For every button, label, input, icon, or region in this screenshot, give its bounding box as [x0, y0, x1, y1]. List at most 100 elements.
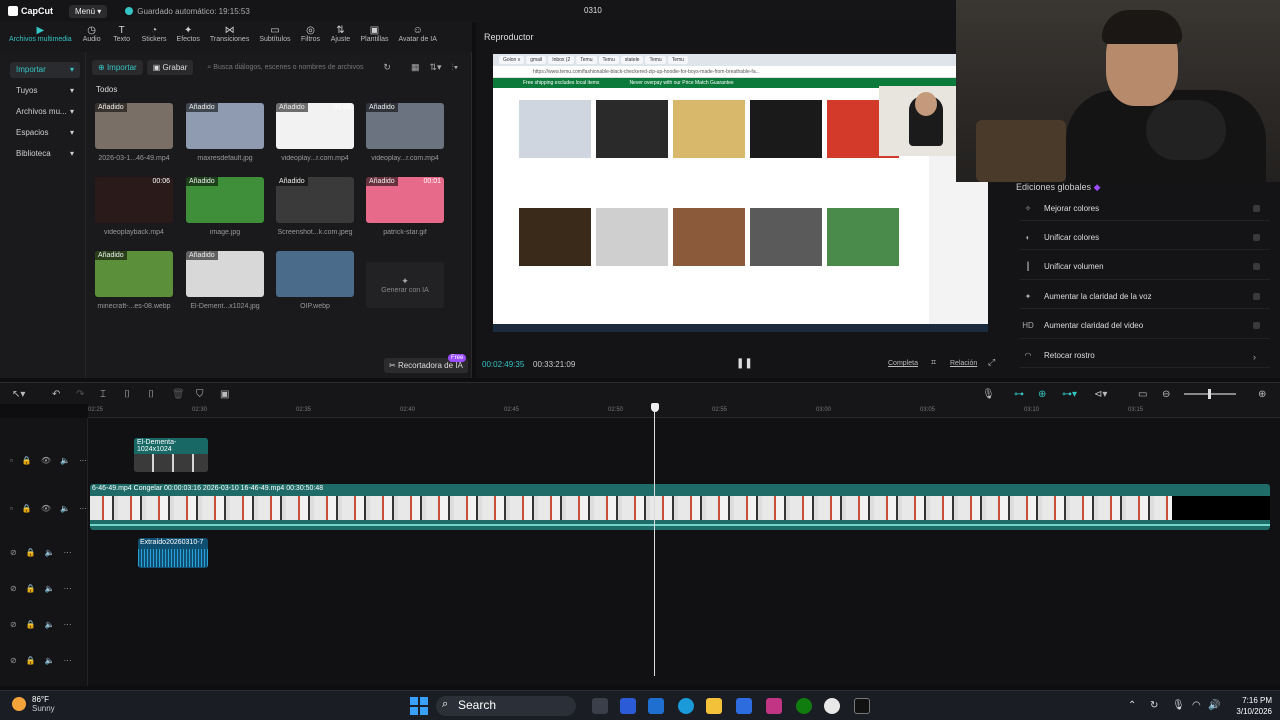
zoom-fit-icon[interactable]: ⊕	[1258, 389, 1266, 400]
overlay-clip[interactable]: El-Dementa-1024x1024	[134, 438, 208, 472]
toggle-checkbox[interactable]	[1253, 263, 1260, 271]
zoom-out-icon[interactable]: ⊖	[1162, 389, 1170, 400]
redo-icon[interactable]: ↷	[76, 389, 84, 400]
media-thumbnail[interactable]: Añadido 00:01	[366, 177, 444, 223]
tool-subt-tulos[interactable]: ▭ Subtítulos	[254, 22, 295, 43]
disable-icon[interactable]: ⊘	[10, 656, 17, 665]
sidebar-item-2[interactable]: Archivos mu... ▾	[10, 104, 80, 120]
disable-icon[interactable]: ⊘	[10, 584, 17, 593]
track-cover-icon[interactable]: ▫	[10, 456, 13, 465]
magnet-icon[interactable]: ⊕	[1038, 389, 1046, 400]
media-thumbnail[interactable]	[276, 251, 354, 297]
filter-icon[interactable]: ⫶▾	[452, 62, 459, 73]
taskbar-search[interactable]: ⌕ Search	[436, 696, 576, 716]
disable-icon[interactable]: ⊘	[10, 548, 17, 557]
generate-ai-tile[interactable]: ✦ Generar con IA	[366, 262, 444, 308]
split-right-icon[interactable]: ⌷	[148, 389, 154, 400]
import-button[interactable]: ⊕ Importar	[92, 60, 143, 75]
audio-clip[interactable]: Extraído20260310-7	[138, 538, 208, 568]
tool-efectos[interactable]: ✦ Efectos	[172, 22, 205, 43]
windows-start-icon[interactable]	[410, 697, 428, 715]
speaker-icon[interactable]: 🔊	[1208, 700, 1220, 711]
tool-archivos-multimedia[interactable]: ▶ Archivos multimedia	[4, 22, 77, 43]
undo-icon[interactable]: ↶	[52, 389, 60, 400]
zoom-app-icon[interactable]	[620, 698, 636, 714]
speaker-icon[interactable]: 🔈	[60, 504, 70, 513]
track-cover-icon[interactable]: ▫	[10, 504, 13, 513]
global-edit-4[interactable]: HD Aumentar claridad del video	[1020, 314, 1270, 339]
main-video-clip[interactable]: 6-46-49.mp4 Congelar 00:00:03:16 2026-03…	[90, 484, 1270, 530]
tool-filtros[interactable]: ◎ Filtros	[295, 22, 325, 43]
media-thumbnail[interactable]: Añadido	[186, 177, 264, 223]
split-left-icon[interactable]: ⌷	[124, 389, 130, 400]
lock-icon[interactable]: 🔒	[22, 456, 32, 465]
more-icon[interactable]: ⋯	[79, 504, 87, 513]
all-filter-label[interactable]: Todos	[96, 85, 117, 94]
tool-ajuste[interactable]: ⇅ Ajuste	[325, 22, 355, 43]
media-thumbnail[interactable]: Añadido	[186, 103, 264, 149]
speaker-icon[interactable]: 🔈	[60, 456, 70, 465]
wifi-icon[interactable]: ◠	[1192, 700, 1201, 711]
media-search-input[interactable]: ⌕ Busca diálogos, escenes o nombres de a…	[203, 61, 373, 75]
media-thumbnail[interactable]: Añadido	[366, 103, 444, 149]
chrome-icon[interactable]	[824, 698, 840, 714]
sidebar-item-3[interactable]: Espacios ▾	[10, 125, 80, 141]
capcut-taskbar-icon[interactable]	[854, 698, 870, 714]
playhead[interactable]	[654, 404, 655, 676]
menu-button[interactable]: Menú ▾	[69, 4, 108, 18]
eye-icon[interactable]: 👁	[41, 456, 51, 465]
link-main-track-icon[interactable]: ⊶	[1014, 389, 1024, 400]
xbox-icon[interactable]	[796, 698, 812, 714]
more-icon[interactable]: ⋯	[64, 656, 72, 665]
toggle-checkbox[interactable]	[1253, 233, 1260, 241]
tool-texto[interactable]: T Texto	[107, 22, 137, 43]
lock-icon[interactable]: 🔒	[26, 548, 36, 557]
crop-icon[interactable]: ⌗	[931, 357, 936, 368]
sort-icon[interactable]: ⇅▾	[429, 62, 441, 73]
tool-stickers[interactable]: ◔ Stickers	[137, 22, 172, 43]
mic-tray-icon[interactable]: 🎙	[1172, 700, 1185, 711]
eye-icon[interactable]: 👁	[41, 504, 51, 513]
global-edit-1[interactable]: ◐ Unificar colores	[1020, 225, 1270, 251]
speaker-icon[interactable]: 🔈	[45, 656, 55, 665]
global-edit-0[interactable]: ✧ Mejorar colores	[1020, 196, 1270, 221]
grid-view-icon[interactable]: ▦	[411, 62, 420, 73]
time-ruler[interactable]: 02:25 02:30 02:35 02:40 02:45 02:50 02:55 03:00…	[88, 404, 1280, 418]
more-icon[interactable]: ⋯	[64, 620, 72, 629]
edge-icon[interactable]	[678, 698, 694, 714]
record-button[interactable]: ▣ Grabar	[146, 60, 194, 75]
global-edit-3[interactable]: ✦ Aumentar la claridad de la voz	[1020, 284, 1270, 310]
refresh-icon[interactable]: ↻	[383, 62, 391, 73]
tray-chevron-icon[interactable]: ⌃	[1128, 700, 1136, 711]
toggle-checkbox[interactable]	[1253, 204, 1260, 212]
freeze-frame-icon[interactable]: ▣	[220, 389, 229, 400]
aspect-ratio-button[interactable]: Relación	[950, 360, 977, 367]
media-thumbnail[interactable]: Añadido 00:08	[276, 103, 354, 149]
zoom-slider-handle[interactable]	[1208, 389, 1211, 399]
media-thumbnail[interactable]: Añadido	[186, 251, 264, 297]
file-explorer-icon[interactable]	[706, 698, 722, 714]
tool-avatar-de-ia[interactable]: ☺ Avatar de IA	[394, 22, 442, 43]
store-icon[interactable]	[736, 698, 752, 714]
preview-axis-icon[interactable]: ⊲▾	[1094, 389, 1107, 400]
speaker-icon[interactable]: 🔈	[45, 584, 55, 593]
taskbar-clock[interactable]: 7:16 PM 3/10/2026	[1228, 695, 1272, 717]
instagram-icon[interactable]	[766, 698, 782, 714]
tool-transiciones[interactable]: ⋈ Transiciones	[205, 22, 254, 43]
tool-plantillas[interactable]: ▣ Plantillas	[355, 22, 393, 43]
task-view-icon[interactable]	[592, 698, 608, 714]
tool-audio[interactable]: ◷ Audio	[77, 22, 107, 43]
global-edit-5[interactable]: ◠ Retocar rostro ›	[1020, 343, 1270, 368]
delete-icon[interactable]: 🗑	[172, 389, 185, 400]
toggle-checkbox[interactable]	[1253, 322, 1260, 330]
full-quality-button[interactable]: Completa	[888, 360, 918, 367]
lock-icon[interactable]: 🔒	[26, 584, 36, 593]
more-icon[interactable]: ⋯	[64, 584, 72, 593]
sidebar-item-0[interactable]: Importar ▾	[10, 62, 80, 78]
lock-icon[interactable]: 🔒	[26, 620, 36, 629]
speaker-icon[interactable]: 🔈	[45, 620, 55, 629]
linkage-icon[interactable]: ⊶▾	[1062, 389, 1077, 400]
sync-icon[interactable]: ↻	[1150, 700, 1158, 711]
global-edit-2[interactable]: ┃ Unificar volumen	[1020, 255, 1270, 280]
split-icon[interactable]: ⌶	[100, 389, 106, 400]
